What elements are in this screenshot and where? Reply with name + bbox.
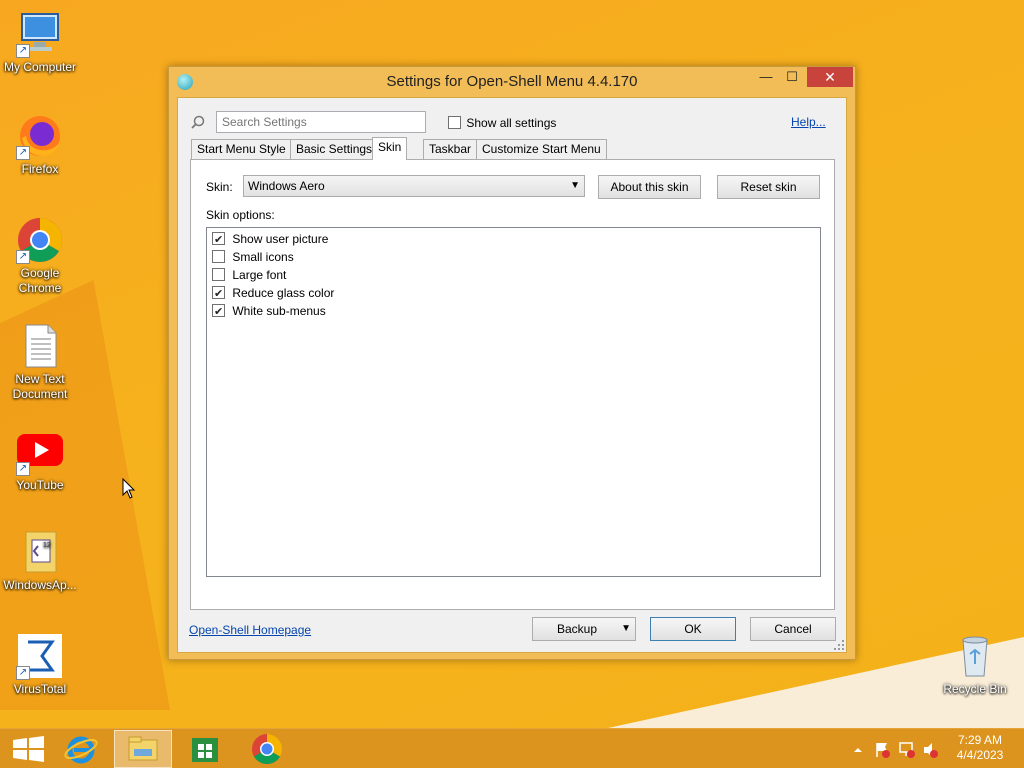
tab-taskbar[interactable]: Taskbar xyxy=(423,139,478,159)
cancel-button[interactable]: Cancel xyxy=(750,617,836,641)
skin-option-label: Large font xyxy=(232,267,287,282)
skin-tab-panel: Skin: Windows Aero ▼ About this skin Res… xyxy=(190,159,835,610)
desktop-icon-label: New Text Document xyxy=(12,372,68,401)
taskbar: 7:29 AM 4/4/2023 xyxy=(0,728,1024,768)
start-button[interactable] xyxy=(0,730,58,768)
search-icon xyxy=(191,115,205,129)
desktop-icon-my-computer[interactable]: ↗ My Computer xyxy=(0,10,80,75)
taskbar-store[interactable] xyxy=(176,730,234,768)
window-client-area: Show all settings Help... Start Menu Sty… xyxy=(177,97,847,653)
checkbox[interactable] xyxy=(212,268,225,282)
clock-date: 4/4/2023 xyxy=(956,748,1004,762)
taskbar-file-explorer[interactable] xyxy=(114,730,172,768)
backup-button-label: Backup xyxy=(557,622,598,636)
clock-time: 7:29 AM xyxy=(957,733,1003,747)
taskbar-clock[interactable]: 7:29 AM 4/4/2023 xyxy=(940,733,1020,763)
desktop-icon-virustotal[interactable]: ↗ VirusTotal xyxy=(0,632,80,697)
desktop-icon-label: WindowsAp... xyxy=(3,578,77,592)
skin-option-reduce-glass-color[interactable]: Reduce glass color xyxy=(212,283,335,303)
minimize-button[interactable]: — xyxy=(753,67,779,87)
skin-dropdown[interactable]: Windows Aero ▼ xyxy=(243,175,585,197)
desktop-icon-label: My Computer xyxy=(3,60,77,74)
desktop-icon-google-chrome[interactable]: ↗ Google Chrome xyxy=(0,216,80,296)
action-center-flag-icon xyxy=(876,743,890,758)
volume-muted-icon xyxy=(924,743,938,758)
checkbox[interactable] xyxy=(212,231,225,249)
skin-label: Skin: xyxy=(206,180,233,194)
system-tray xyxy=(854,742,938,758)
about-this-skin-button[interactable]: About this skin xyxy=(598,175,701,199)
tab-basic-settings[interactable]: Basic Settings xyxy=(290,139,379,159)
chevron-down-icon: ▼ xyxy=(621,623,631,634)
desktop-icon-label: YouTube xyxy=(16,478,64,492)
computer-icon: ↗ xyxy=(16,10,64,58)
skin-option-show-user-picture[interactable]: Show user picture xyxy=(212,229,329,249)
desktop-icon-firefox[interactable]: ↗ Firefox xyxy=(0,112,80,177)
skin-option-label: Small icons xyxy=(232,249,294,264)
resize-grip-icon[interactable] xyxy=(834,640,844,650)
internet-explorer-icon xyxy=(64,736,98,764)
skin-selected-value: Windows Aero xyxy=(248,179,325,193)
desktop-icon-windowsapps[interactable]: 12 WindowsAp... xyxy=(0,528,80,593)
desktop-icon-new-text-document[interactable]: New Text Document xyxy=(0,322,80,402)
desktop-icon-recycle-bin[interactable]: Recycle Bin xyxy=(935,632,1015,697)
checkbox[interactable] xyxy=(212,303,225,321)
taskbar-google-chrome[interactable] xyxy=(238,730,296,768)
skin-option-label: Reduce glass color xyxy=(232,285,335,300)
skin-option-white-sub-menus[interactable]: White sub-menus xyxy=(212,301,326,321)
skin-option-large-font[interactable]: Large font xyxy=(212,265,286,283)
windows-logo-icon xyxy=(13,736,44,762)
checkbox[interactable] xyxy=(448,116,461,130)
file-explorer-icon xyxy=(128,736,158,761)
backup-button[interactable]: Backup ▼ xyxy=(532,617,636,641)
chevron-down-icon: ▼ xyxy=(570,180,580,191)
help-link[interactable]: Help... xyxy=(791,115,826,129)
folder-icon: 12 xyxy=(16,528,64,576)
desktop-icon-label: Firefox xyxy=(21,162,59,176)
desktop-icon-label: Recycle Bin xyxy=(943,682,1007,696)
virustotal-icon: ↗ xyxy=(16,632,64,680)
text-document-icon xyxy=(16,322,64,370)
checkbox[interactable] xyxy=(212,285,225,303)
skin-options-list: Show user picture Small icons Large font… xyxy=(206,227,821,577)
youtube-icon: ↗ xyxy=(16,428,64,476)
recycle-bin-icon xyxy=(951,632,999,680)
skin-options-label: Skin options: xyxy=(206,208,275,222)
tab-skin[interactable]: Skin xyxy=(372,137,408,160)
chrome-icon xyxy=(252,734,283,765)
mouse-cursor-icon xyxy=(122,478,136,499)
tab-customize-start-menu[interactable]: Customize Start Menu xyxy=(476,139,607,159)
firefox-icon: ↗ xyxy=(16,112,64,160)
chrome-icon: ↗ xyxy=(16,216,64,264)
close-button[interactable]: ✕ xyxy=(807,67,853,87)
store-icon xyxy=(192,738,218,762)
svg-text:12: 12 xyxy=(43,542,51,549)
skin-option-small-icons[interactable]: Small icons xyxy=(212,247,294,265)
show-all-settings-label: Show all settings xyxy=(466,115,557,130)
skin-option-label: White sub-menus xyxy=(232,303,326,318)
chevron-up-icon xyxy=(854,748,862,752)
open-shell-homepage-link[interactable]: Open-Shell Homepage xyxy=(189,623,311,637)
desktop-icon-label: VirusTotal xyxy=(13,682,67,696)
taskbar-internet-explorer[interactable] xyxy=(52,730,110,768)
tab-start-menu-style[interactable]: Start Menu Style xyxy=(191,139,292,159)
desktop-icon-label: Google Chrome xyxy=(18,266,62,295)
reset-skin-button[interactable]: Reset skin xyxy=(717,175,820,199)
desktop-icon-youtube[interactable]: ↗ YouTube xyxy=(0,428,80,493)
skin-option-label: Show user picture xyxy=(232,231,329,246)
title-bar[interactable]: Settings for Open-Shell Menu 4.4.170 — ☐… xyxy=(169,67,855,97)
network-icon xyxy=(899,742,915,758)
checkbox[interactable] xyxy=(212,250,225,264)
ok-button[interactable]: OK xyxy=(650,617,736,641)
show-all-settings-checkbox[interactable]: Show all settings xyxy=(448,115,556,130)
maximize-button[interactable]: ☐ xyxy=(779,67,805,87)
settings-window: Settings for Open-Shell Menu 4.4.170 — ☐… xyxy=(168,66,856,660)
search-input[interactable] xyxy=(216,111,426,133)
